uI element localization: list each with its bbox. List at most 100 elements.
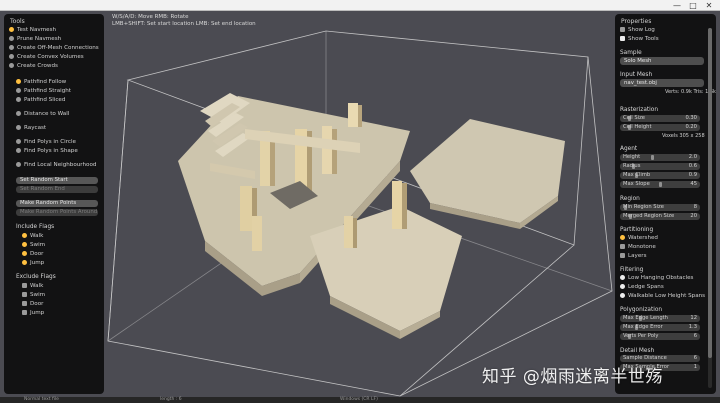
mode-find-polys-circle[interactable]: Find Polys in Circle — [16, 138, 76, 146]
agent-max-slope-slider[interactable]: Max Slope 45 — [620, 181, 700, 188]
checkbox-icon — [620, 26, 625, 32]
status-bar: Normal text file length : 6 Windows (CR … — [0, 397, 720, 403]
properties-scrollbar[interactable] — [708, 28, 712, 388]
input-mesh-select[interactable]: nav_test.obj — [620, 79, 704, 87]
cell-size-slider[interactable]: Cell Size 0.30 — [620, 115, 700, 122]
radio-icon — [9, 53, 14, 59]
navmesh-geometry-right — [410, 119, 565, 229]
exclude-flag-door[interactable]: Door — [22, 300, 43, 308]
exclude-flag-walk[interactable]: Walk — [22, 282, 43, 290]
show-tools-checkbox[interactable]: Show Tools — [620, 35, 659, 43]
exclude-flags-heading: Exclude Flags — [16, 274, 56, 280]
include-flag-swim[interactable]: Swim — [22, 241, 45, 249]
set-random-start-button[interactable]: Set Random Start — [16, 177, 98, 184]
verts-per-poly-slider[interactable]: Verts Per Poly 6 — [620, 333, 700, 340]
radio-icon — [16, 110, 21, 116]
checkbox-icon — [22, 232, 27, 238]
close-icon[interactable]: ✕ — [702, 0, 716, 11]
include-flags-heading: Include Flags — [16, 224, 55, 230]
checkbox-icon — [22, 309, 27, 315]
maximize-icon[interactable]: □ — [686, 0, 700, 11]
filter-walkable-low-height[interactable]: Walkable Low Height Spans — [620, 292, 705, 300]
mode-raycast[interactable]: Raycast — [16, 124, 46, 132]
sample-distance-slider[interactable]: Sample Distance 6 — [620, 355, 700, 362]
mode-find-local-neighbourhood[interactable]: Find Local Neighbourhood — [16, 161, 96, 169]
radio-icon — [9, 26, 14, 32]
mode-pathfind-follow[interactable]: Pathfind Follow — [16, 78, 66, 86]
filter-low-hanging[interactable]: Low Hanging Obstacles — [620, 274, 693, 282]
sample-heading: Sample — [620, 50, 642, 56]
include-flag-jump[interactable]: Jump — [22, 259, 44, 267]
watermark: 知乎 @烟雨迷离半世殇 — [482, 367, 663, 387]
filtering-heading: Filtering — [620, 267, 644, 273]
partition-layers[interactable]: Layers — [620, 252, 647, 260]
mode-pathfind-straight[interactable]: Pathfind Straight — [16, 87, 71, 95]
agent-heading: Agent — [620, 146, 638, 152]
radio-icon — [16, 96, 21, 102]
tool-option-create-crowds[interactable]: Create Crowds — [9, 62, 58, 70]
radio-icon — [9, 35, 14, 41]
checkbox-icon — [620, 283, 625, 289]
tool-option-off-mesh[interactable]: Create Off-Mesh Connections — [9, 44, 99, 52]
properties-panel-title: Properties — [621, 18, 652, 25]
radio-icon — [16, 138, 21, 144]
checkbox-icon — [22, 250, 27, 256]
set-random-end-button[interactable]: Set Random End — [16, 186, 98, 193]
radio-icon — [16, 124, 21, 130]
tool-option-convex-volumes[interactable]: Create Convex Volumes — [9, 53, 84, 61]
slider-thumb[interactable] — [651, 155, 654, 160]
radio-icon — [16, 161, 21, 167]
partition-monotone[interactable]: Monotone — [620, 243, 656, 251]
status-line-endings: Windows (CR LF) — [340, 397, 378, 402]
polygonization-heading: Polygonization — [620, 307, 663, 313]
checkbox-icon — [22, 259, 27, 265]
scrollbar-thumb[interactable] — [708, 28, 712, 358]
exclude-flag-swim[interactable]: Swim — [22, 291, 45, 299]
tool-option-prune-navmesh[interactable]: Prune Navmesh — [9, 35, 61, 43]
checkbox-icon — [620, 292, 625, 298]
rasterization-heading: Rasterization — [620, 107, 659, 113]
agent-max-climb-slider[interactable]: Max Climb 0.9 — [620, 172, 700, 179]
make-random-points-button[interactable]: Make Random Points — [16, 200, 98, 207]
exclude-flag-jump[interactable]: Jump — [22, 309, 44, 317]
merged-region-size-slider[interactable]: Merged Region Size 20 — [620, 213, 700, 220]
radio-icon — [9, 44, 14, 50]
radio-icon — [620, 252, 625, 258]
3d-viewport[interactable]: W/S/A/D: Move RMB: Rotate LMB+SHIFT: Set… — [0, 11, 720, 397]
tools-panel: Tools Test Navmesh Prune Navmesh Create … — [4, 14, 104, 394]
min-region-size-slider[interactable]: Min Region Size 8 — [620, 204, 700, 211]
max-edge-length-slider[interactable]: Max Edge Length 12 — [620, 315, 700, 322]
detail-mesh-heading: Detail Mesh — [620, 348, 655, 354]
mode-distance-to-wall[interactable]: Distance to Wall — [16, 110, 69, 118]
mode-find-polys-shape[interactable]: Find Polys in Shape — [16, 147, 78, 155]
checkbox-icon — [620, 35, 625, 41]
tool-option-test-navmesh[interactable]: Test Navmesh — [9, 26, 56, 34]
radio-icon — [16, 78, 21, 84]
show-log-checkbox[interactable]: Show Log — [620, 26, 655, 34]
minimize-icon[interactable]: — — [670, 0, 684, 11]
cell-height-slider[interactable]: Cell Height 0.20 — [620, 124, 700, 131]
radio-icon — [9, 62, 14, 68]
max-edge-error-slider[interactable]: Max Edge Error 1.3 — [620, 324, 700, 331]
status-length: length : 6 — [160, 397, 182, 402]
slider-thumb[interactable] — [659, 182, 662, 187]
controls-hint-line-1: W/S/A/D: Move RMB: Rotate — [112, 14, 189, 20]
filter-ledge-spans[interactable]: Ledge Spans — [620, 283, 664, 291]
sample-select[interactable]: Solo Mesh — [620, 57, 704, 65]
partition-watershed[interactable]: Watershed — [620, 234, 658, 242]
agent-height-slider[interactable]: Height 2.0 — [620, 154, 700, 161]
include-flag-door[interactable]: Door — [22, 250, 43, 258]
mode-pathfind-sliced[interactable]: Pathfind Sliced — [16, 96, 65, 104]
agent-radius-slider[interactable]: Radius 0.6 — [620, 163, 700, 170]
scene-canvas — [107, 30, 613, 397]
properties-panel: Properties Show Log Show Tools Sample So… — [615, 14, 716, 394]
radio-icon — [16, 147, 21, 153]
checkbox-icon — [22, 282, 27, 288]
region-heading: Region — [620, 196, 640, 202]
checkbox-icon — [22, 241, 27, 247]
tools-panel-title: Tools — [10, 18, 25, 25]
radio-icon — [16, 87, 21, 93]
make-random-points-around-button[interactable]: Make Random Points Around — [16, 209, 98, 216]
radio-icon — [620, 234, 625, 240]
include-flag-walk[interactable]: Walk — [22, 232, 43, 240]
